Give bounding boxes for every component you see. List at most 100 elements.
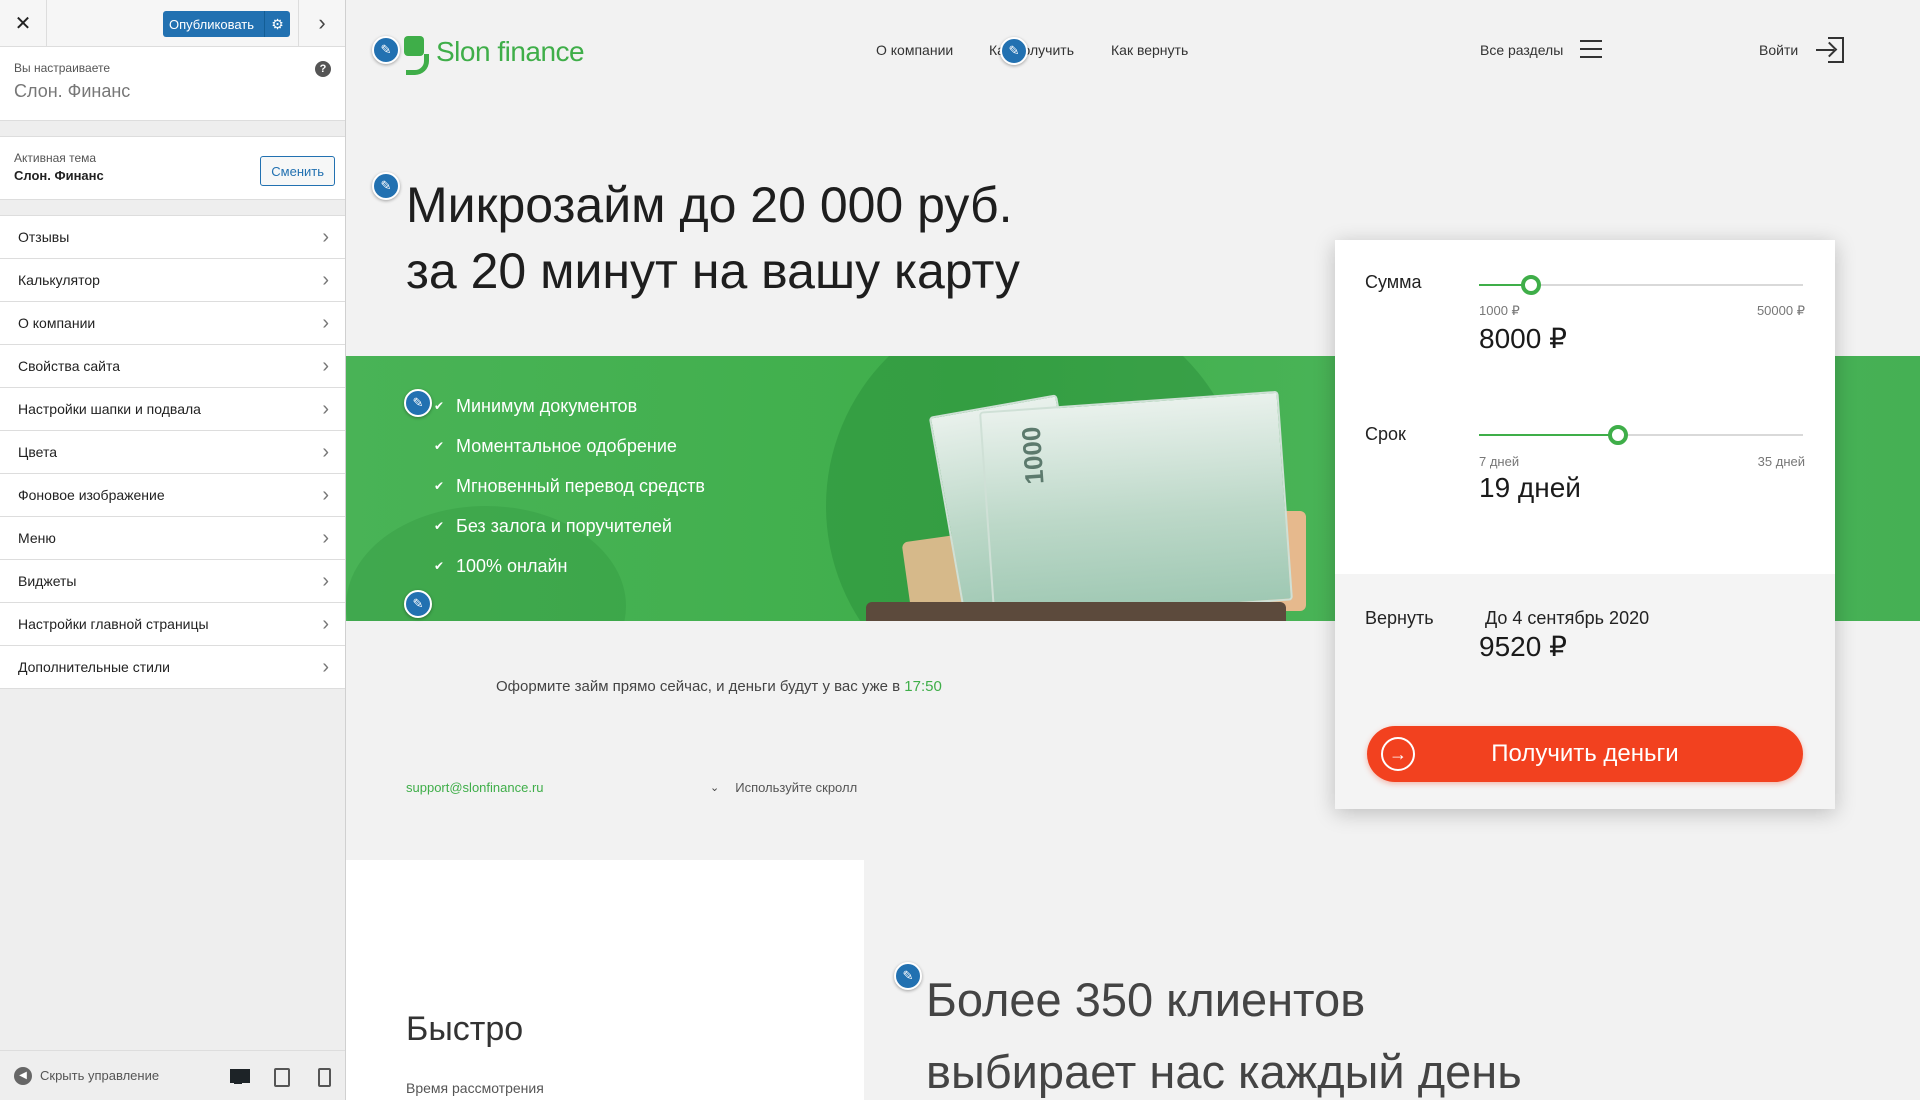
pencil-icon[interactable]: ✎ xyxy=(372,36,400,64)
amount-slider-handle[interactable] xyxy=(1520,275,1541,295)
feature-item: ✔ Минимум документов xyxy=(434,386,705,426)
chevron-right-icon: › xyxy=(322,613,329,635)
section-homepage-settings[interactable]: Настройки главной страницы › xyxy=(0,603,345,646)
chevron-right-icon: › xyxy=(322,312,329,334)
chevron-right-icon: › xyxy=(322,398,329,420)
clients-heading: Более 350 клиентов выбирает нас каждый д… xyxy=(926,964,1522,1100)
chevron-right-icon: › xyxy=(322,441,329,463)
site-logo[interactable]: Slon finance xyxy=(402,30,585,75)
desktop-icon[interactable] xyxy=(227,1067,250,1085)
site-name: Слон. Финанс xyxy=(14,81,131,101)
section-calculator[interactable]: Калькулятор › xyxy=(0,259,345,302)
fast-card xyxy=(346,860,864,1100)
amount-value: 8000 ₽ xyxy=(1479,323,1567,354)
logo-mark-icon xyxy=(402,30,429,75)
publish-label: Опубликовать xyxy=(169,16,255,32)
offer-text: Оформите займ прямо сейчас, и деньги буд… xyxy=(496,678,942,695)
offer-time: 17:50 xyxy=(904,678,942,695)
fast-title: Быстро xyxy=(406,1010,524,1048)
nav-all-sections[interactable]: Все разделы xyxy=(1480,42,1563,58)
chevron-right-icon: › xyxy=(322,484,329,506)
check-icon: ✔ xyxy=(434,559,445,573)
chevron-right-icon: › xyxy=(322,527,329,549)
section-label: Меню xyxy=(18,530,56,546)
nav-login[interactable]: Войти xyxy=(1759,42,1798,58)
pencil-icon[interactable]: ✎ xyxy=(404,389,432,417)
feature-text: Минимум документов xyxy=(456,396,638,416)
nav-how-to-return[interactable]: Как вернуть xyxy=(1111,42,1188,58)
section-label: Свойства сайта xyxy=(18,358,121,374)
customizer-header: ✕ Опубликовать ⚙ › xyxy=(0,0,345,47)
customizing-info: Вы настраиваете Слон. Финанс ? xyxy=(0,47,345,121)
return-date: До 4 сентябрь 2020 xyxy=(1485,608,1650,628)
clients-line2: выбирает нас каждый день xyxy=(926,1045,1522,1098)
site-preview: Slon finance ✎ О компании Как получить ✎… xyxy=(346,0,1920,1100)
chevron-right-icon: › xyxy=(322,269,329,291)
return-value: 9520 ₽ xyxy=(1479,631,1567,662)
offer-message: Оформите займ прямо сейчас, и деньги буд… xyxy=(496,678,905,695)
active-theme-panel: Активная тема Слон. Финанс Сменить xyxy=(0,136,345,200)
close-icon[interactable]: ✕ xyxy=(0,0,47,46)
hide-controls-link[interactable]: Скрыть управление xyxy=(40,1068,159,1083)
section-label: Калькулятор xyxy=(18,272,100,288)
term-slider[interactable] xyxy=(1479,425,1803,445)
term-label: Срок xyxy=(1365,424,1406,444)
feature-text: Мгновенный перевод средств xyxy=(456,476,705,496)
section-menus[interactable]: Меню › xyxy=(0,517,345,560)
amount-min: 1000 ₽ xyxy=(1479,303,1520,318)
term-min: 7 дней xyxy=(1479,454,1520,469)
feature-item: ✔ 100% онлайн xyxy=(434,546,705,586)
hero-title-line2: за 20 минут на вашу карту xyxy=(406,243,1020,299)
fast-subtitle: Время рассмотрения xyxy=(406,1080,544,1096)
check-icon: ✔ xyxy=(434,479,445,493)
section-about[interactable]: О компании › xyxy=(0,302,345,345)
amount-slider[interactable] xyxy=(1479,275,1803,295)
pencil-icon[interactable]: ✎ xyxy=(372,172,400,200)
section-label: Виджеты xyxy=(18,573,77,589)
banknote-value: 1000 xyxy=(1015,425,1050,486)
section-reviews[interactable]: Отзывы › xyxy=(0,216,345,259)
section-header-footer[interactable]: Настройки шапки и подвала › xyxy=(0,388,345,431)
term-max: 35 дней xyxy=(1757,454,1805,469)
mobile-icon[interactable] xyxy=(311,1067,333,1087)
check-icon: ✔ xyxy=(434,399,445,413)
chevron-right-icon[interactable]: › xyxy=(298,0,345,46)
customizer-sections: Отзывы › Калькулятор › О компании › Свойств… xyxy=(0,215,345,689)
collapse-icon[interactable]: ◀ xyxy=(14,1066,32,1085)
get-money-label: Получить деньги xyxy=(1491,740,1679,767)
change-theme-button[interactable]: Сменить xyxy=(260,156,335,186)
support-email-link[interactable]: support@slonfinance.ru xyxy=(406,780,544,795)
get-money-button[interactable]: → Получить деньги xyxy=(1367,726,1803,782)
nav-about[interactable]: О компании xyxy=(876,42,953,58)
term-slider-handle[interactable] xyxy=(1608,425,1629,445)
menu-icon[interactable] xyxy=(1580,40,1602,58)
section-additional-css[interactable]: Дополнительные стили › xyxy=(0,646,345,689)
pencil-icon[interactable]: ✎ xyxy=(1000,37,1028,65)
pencil-icon[interactable]: ✎ xyxy=(894,962,922,990)
tablet-icon[interactable] xyxy=(269,1067,291,1087)
section-site-identity[interactable]: Свойства сайта › xyxy=(0,345,345,388)
clients-line1: Более 350 клиентов xyxy=(926,973,1366,1026)
chevron-right-icon: › xyxy=(322,355,329,377)
pencil-icon[interactable]: ✎ xyxy=(404,590,432,618)
feature-text: Моментальное одобрение xyxy=(456,436,677,456)
section-label: О компании xyxy=(18,315,96,331)
scroll-hint: ⌄ Используйте скролл xyxy=(710,780,857,795)
section-background-image[interactable]: Фоновое изображение › xyxy=(0,474,345,517)
device-switcher xyxy=(227,1067,333,1087)
section-label: Настройки шапки и подвала xyxy=(18,401,201,417)
login-icon[interactable] xyxy=(1816,37,1844,63)
section-colors[interactable]: Цвета › xyxy=(0,431,345,474)
publish-button[interactable]: Опубликовать ⚙ xyxy=(163,11,290,37)
help-icon[interactable]: ? xyxy=(315,61,331,77)
gear-icon[interactable]: ⚙ xyxy=(264,11,290,37)
feature-item: ✔ Мгновенный перевод средств xyxy=(434,466,705,506)
chevron-right-icon: › xyxy=(322,656,329,678)
feature-text: Без залога и поручителей xyxy=(456,516,672,536)
arrow-right-icon: → xyxy=(1381,737,1415,771)
chevron-right-icon: › xyxy=(322,226,329,248)
section-widgets[interactable]: Виджеты › xyxy=(0,560,345,603)
amount-max: 50000 ₽ xyxy=(1756,303,1805,318)
section-label: Настройки главной страницы xyxy=(18,616,209,632)
scroll-hint-label: Используйте скролл xyxy=(735,780,858,795)
